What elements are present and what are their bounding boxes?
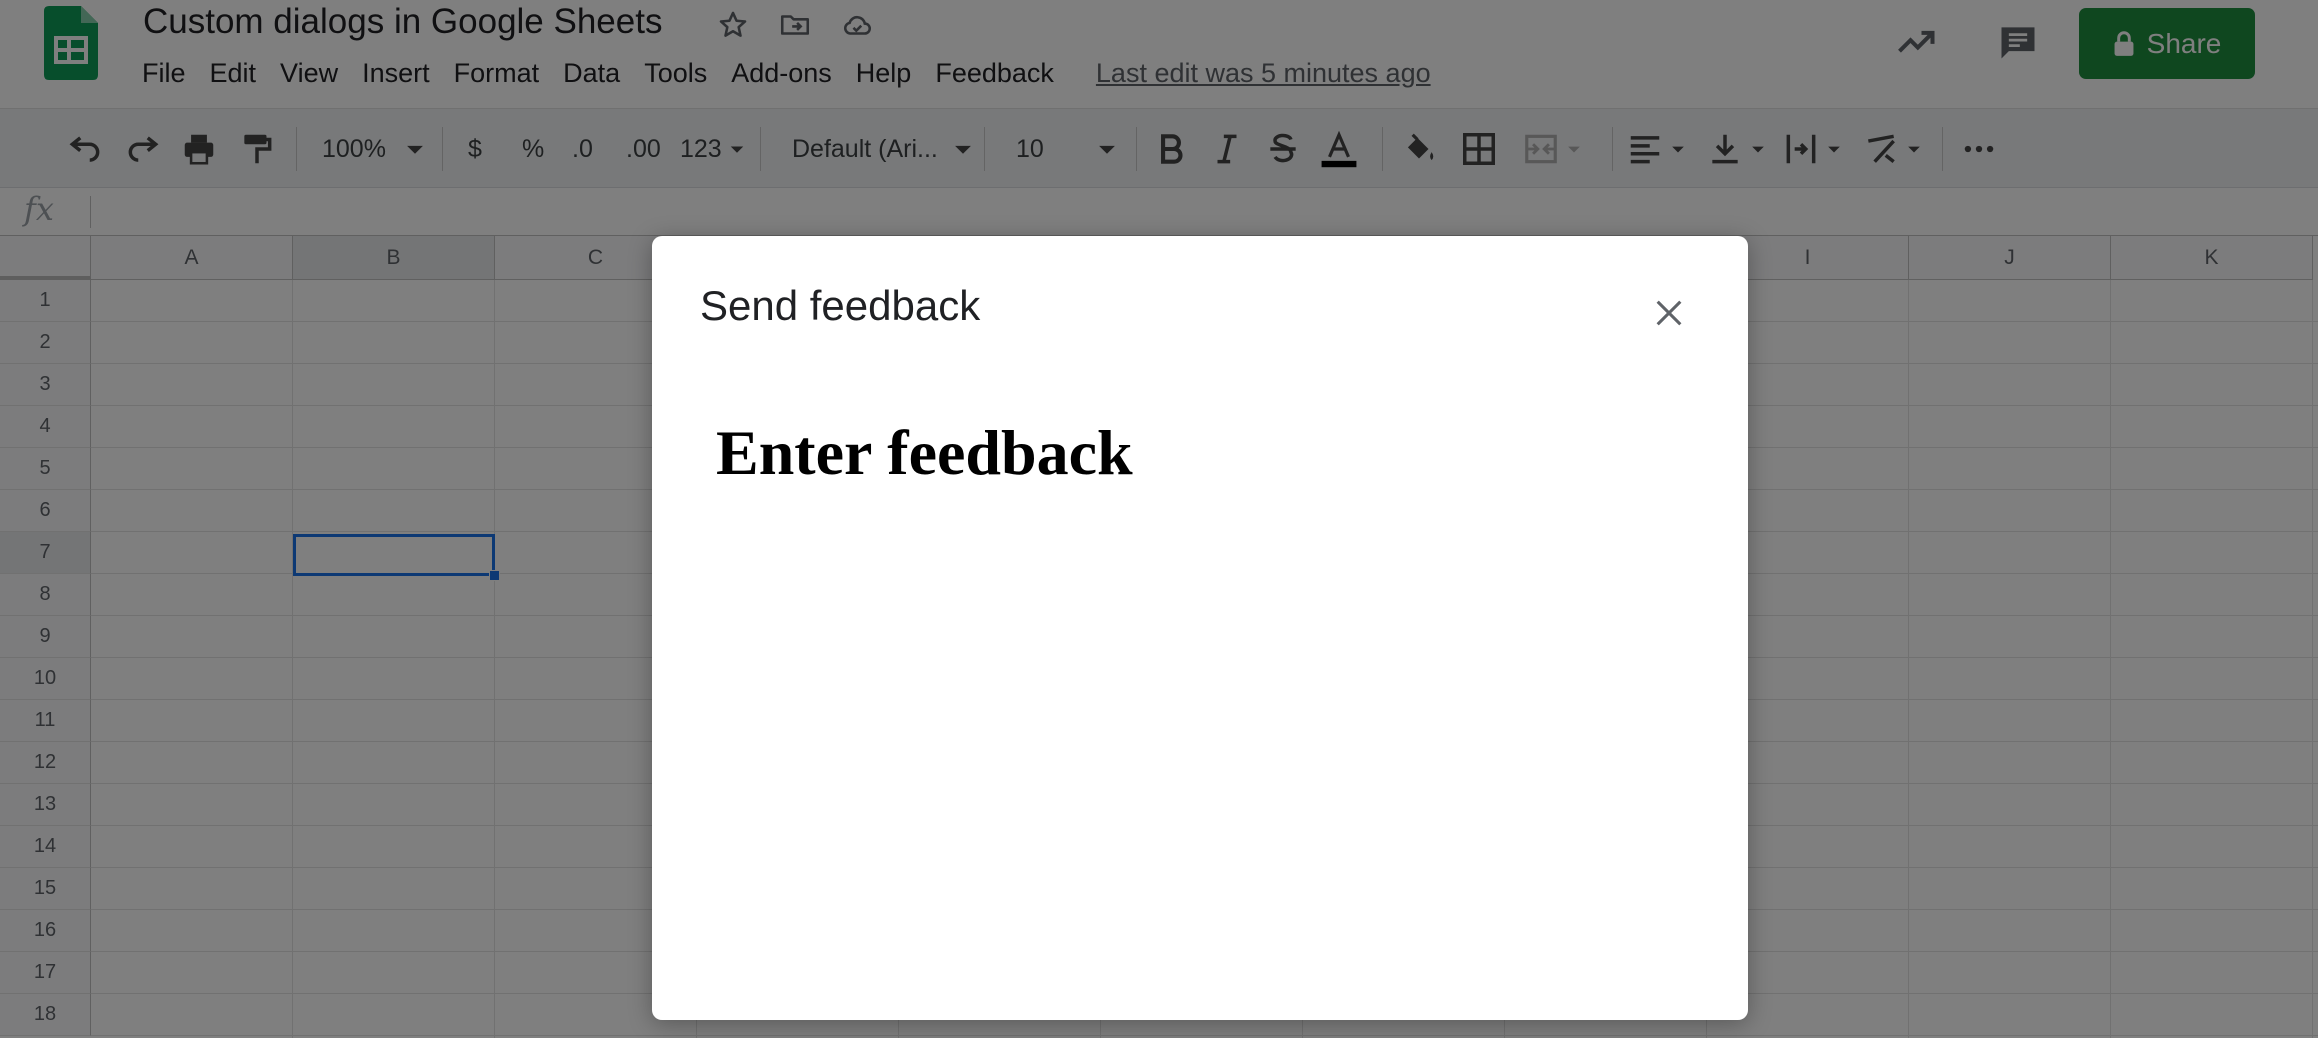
- close-icon[interactable]: [1652, 296, 1686, 330]
- dialog-title: Send feedback: [700, 282, 981, 329]
- dialog-heading: Enter feedback: [716, 417, 1133, 488]
- send-feedback-dialog: Send feedback Enter feedback: [652, 236, 1748, 1020]
